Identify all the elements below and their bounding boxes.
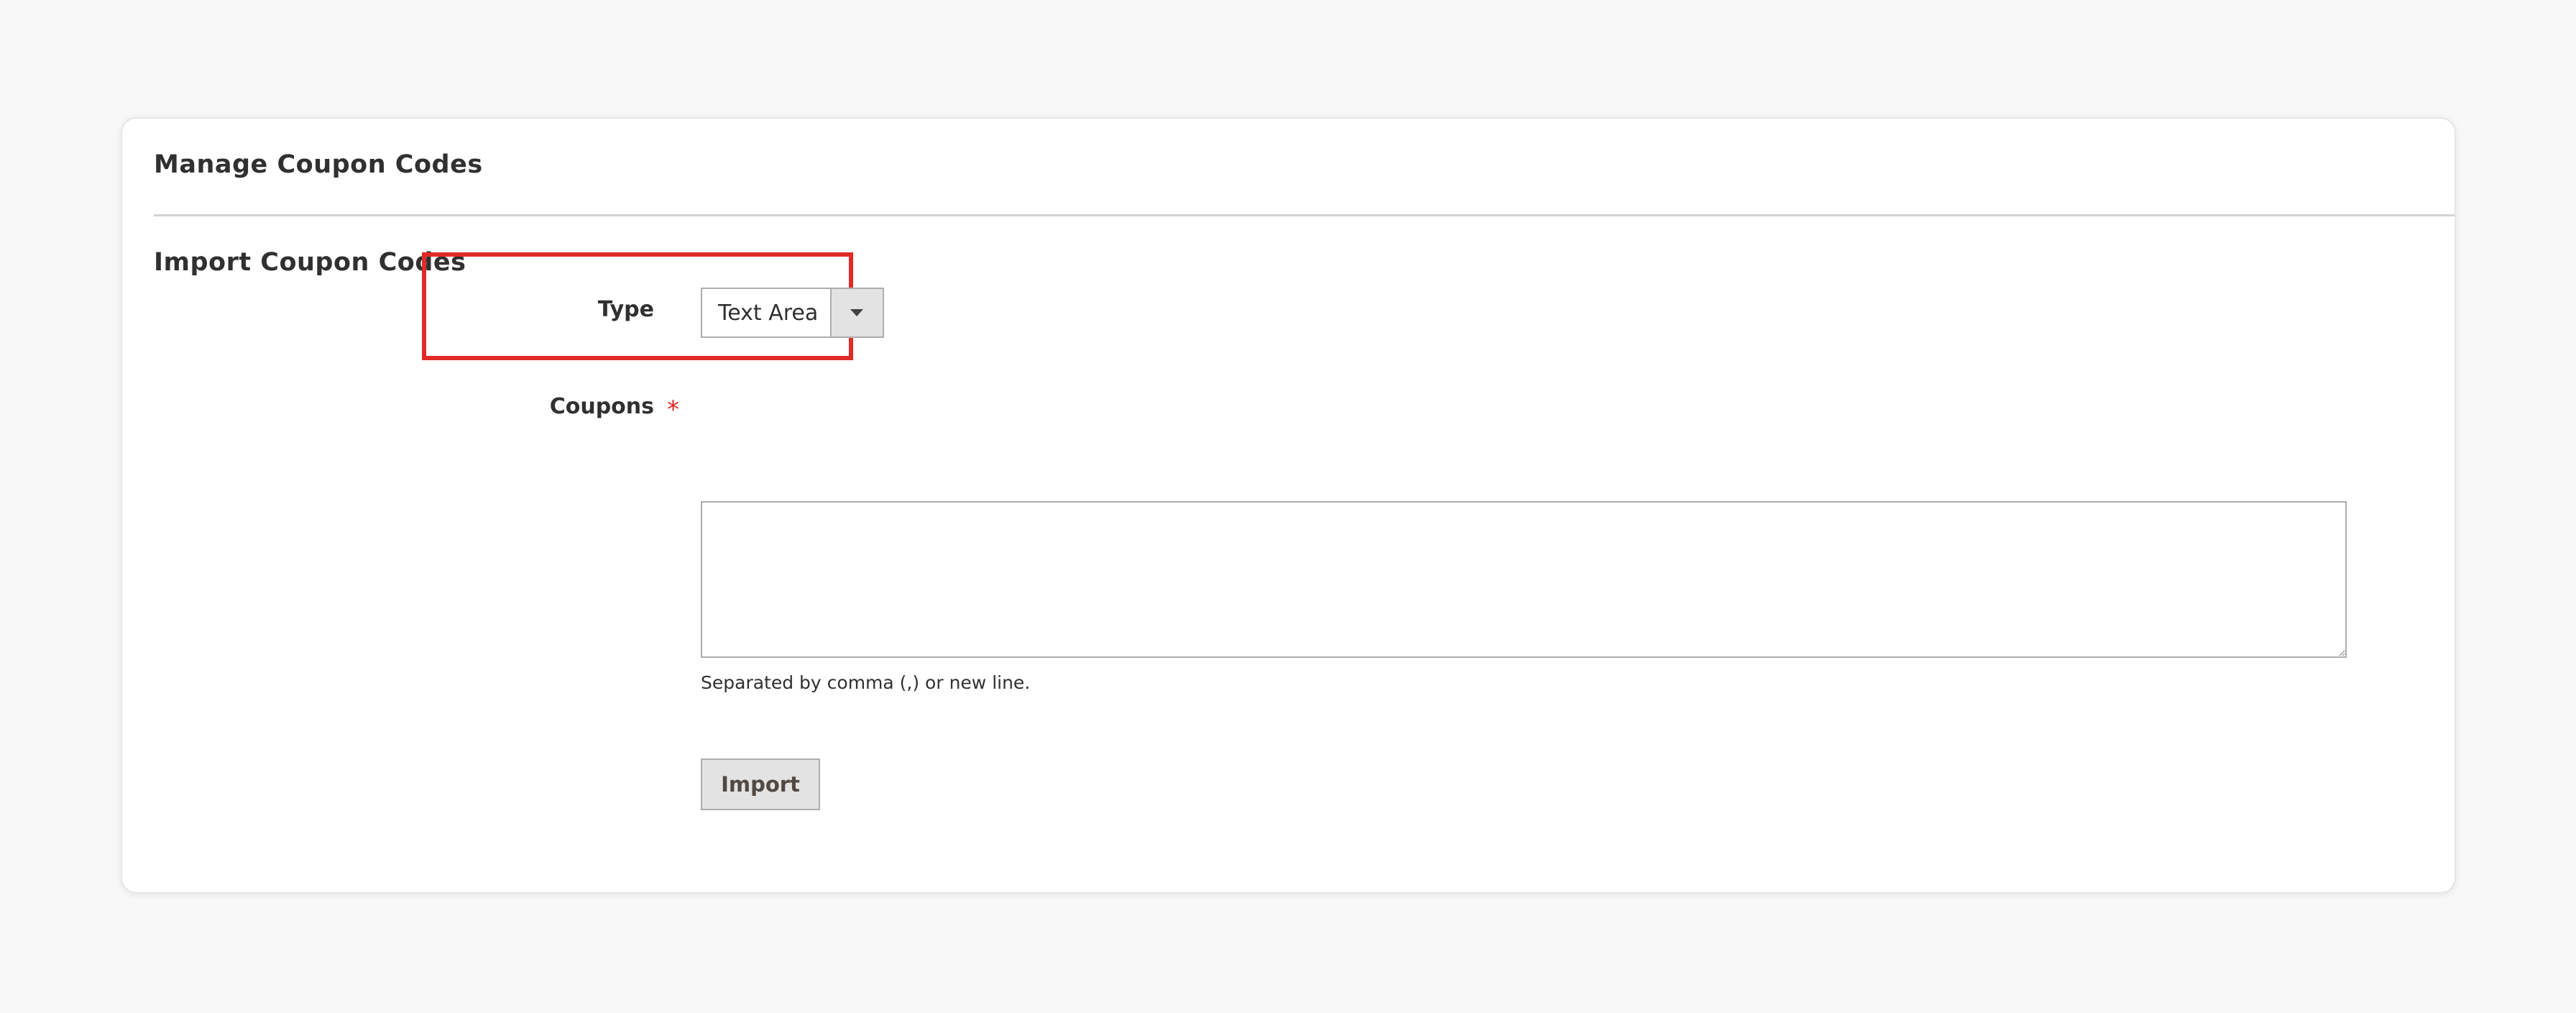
type-select-toggle[interactable] <box>830 289 883 336</box>
coupons-textarea[interactable] <box>701 501 2347 658</box>
import-button[interactable]: Import <box>701 758 820 810</box>
coupons-label: Coupons <box>549 394 654 419</box>
type-label: Type <box>597 297 654 322</box>
type-select[interactable]: Text Area <box>701 288 884 338</box>
panel-title: Manage Coupon Codes <box>154 150 483 179</box>
chevron-down-icon <box>850 309 863 316</box>
section-title: Import Coupon Codes <box>154 248 466 277</box>
panel-divider <box>154 214 2455 216</box>
required-marker: * <box>667 395 679 424</box>
type-select-value: Text Area <box>718 301 819 326</box>
coupons-note: Separated by comma (,) or new line. <box>701 672 1031 693</box>
